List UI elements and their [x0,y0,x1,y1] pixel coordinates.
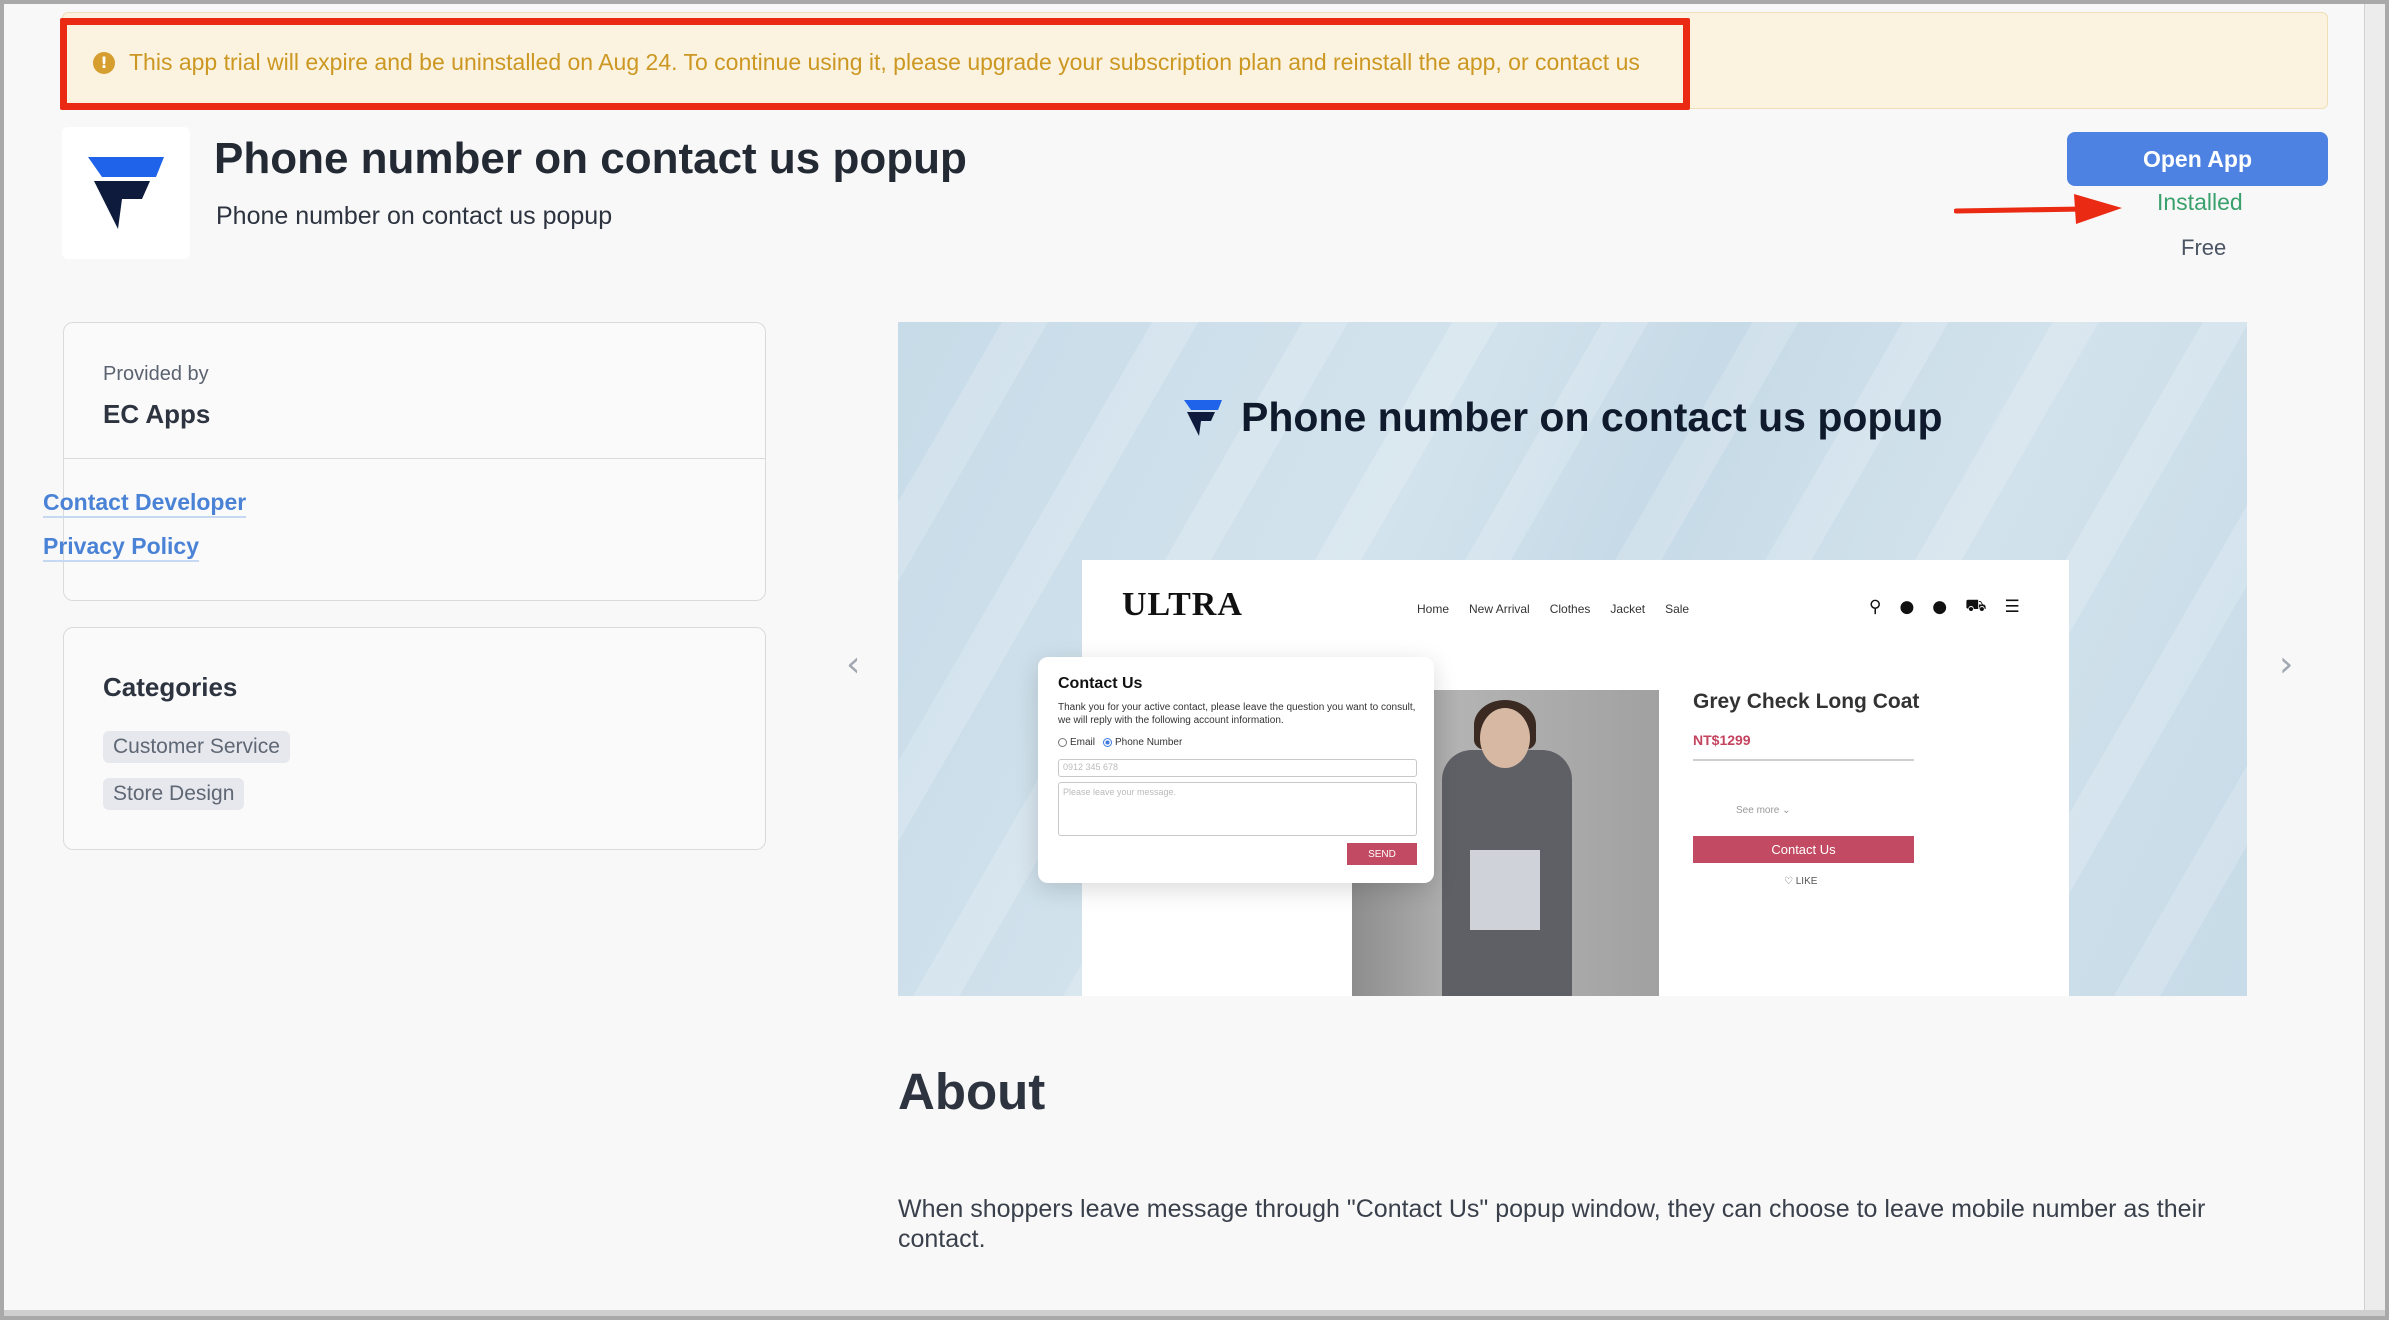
mock-popup-title: Contact Us [1058,675,1143,692]
privacy-policy-link[interactable]: Privacy Policy [43,532,199,562]
categories-card: Categories Customer Service Store Design [63,627,766,850]
mock-product-divider [1693,759,1914,761]
mock-product-price: NT$1299 [1693,732,1751,748]
mock-option-email: Email [1058,737,1095,748]
carousel-prev-icon[interactable]: ‹ [846,644,860,685]
provider-name: EC Apps [103,399,211,429]
mock-search-icon: ⚲ [1869,597,1882,617]
photo-skirt [1470,850,1540,930]
app-title: Phone number on contact us popup [214,134,967,183]
mock-popup-options: Email Phone Number [1058,737,1182,748]
mock-user-icon: ● [1932,597,1948,617]
app-logo [62,127,190,259]
slide-logo-icon [1184,399,1222,436]
mock-store-logo: ULTRA [1122,586,1243,623]
photo-head [1480,708,1530,768]
annotation-arrow-icon [1954,194,2122,224]
mock-cart-icon: ⛟ [1965,596,1987,616]
mock-see-more: See more ⌄ [1736,805,1791,816]
mock-store-nav: Home New Arrival Clothes Jacket Sale [1417,602,1689,616]
screenshot-carousel: Phone number on contact us popup ULTRA H… [898,322,2247,996]
installed-status: Installed [2157,189,2243,215]
contact-developer-link[interactable]: Contact Developer [43,488,247,518]
mock-option-phone: Phone Number [1103,737,1182,748]
annotation-highlight-box [60,18,1690,110]
mock-option-email-label: Email [1070,737,1096,748]
mock-nav-item: Sale [1665,602,1690,616]
mock-contact-us-button: Contact Us [1693,836,1914,863]
mock-product-name: Grey Check Long Coat [1693,690,1920,713]
slide-heading: Phone number on contact us popup [1183,394,1943,441]
mock-nav-item: Jacket [1610,602,1646,616]
mock-chat-icon: ● [1899,597,1915,617]
category-tag-store-design[interactable]: Store Design [103,778,245,810]
category-tag-customer-service[interactable]: Customer Service [103,731,290,763]
provided-by-label: Provided by [103,363,209,385]
mock-popup-description: Thank you for your active contact, pleas… [1058,702,1416,726]
window-bottom-edge [4,1310,2385,1316]
mock-message-input: Please leave your message. [1058,782,1417,836]
app-subtitle: Phone number on contact us popup [216,202,613,230]
radio-icon [1058,737,1067,747]
card-divider [64,458,765,459]
app-logo-icon [88,157,164,229]
mock-option-phone-label: Phone Number [1115,737,1183,748]
price-label: Free [2181,235,2227,260]
mock-nav-item: Clothes [1549,602,1591,616]
carousel-next-icon[interactable]: › [2279,644,2293,685]
mock-store-icons: ⚲ ● ● ⛟ ☰ [1869,596,2020,618]
open-app-button[interactable]: Open App [2067,132,2328,186]
categories-title: Categories [103,672,238,702]
mock-send-button: SEND [1347,843,1417,865]
radio-selected-icon [1103,737,1113,747]
mock-menu-icon: ☰ [2004,597,2020,617]
slide-title: Phone number on contact us popup [1241,394,1943,440]
mock-nav-item: New Arrival [1469,602,1530,616]
mock-contact-popup: Contact Us Thank you for your active con… [1038,657,1434,883]
mock-nav-item: Home [1417,602,1450,616]
window-right-edge [2364,4,2385,1310]
about-description: When shoppers leave message through "Con… [898,1195,2206,1253]
mock-phone-input: 0912 345 678 [1058,759,1417,777]
about-heading: About [898,1063,1046,1120]
mock-like: ♡ LIKE [1784,876,1818,887]
app-detail-page: ! This app trial will expire and be unin… [4,4,2364,1310]
